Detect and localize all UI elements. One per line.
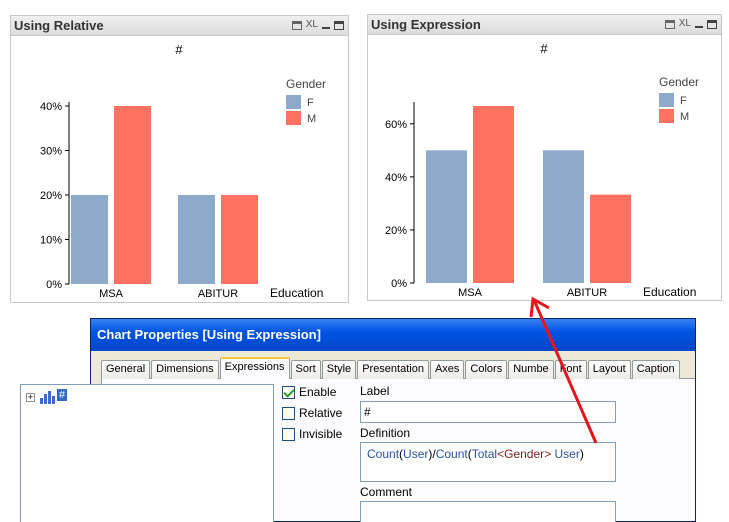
annotation-arrow xyxy=(529,296,598,444)
